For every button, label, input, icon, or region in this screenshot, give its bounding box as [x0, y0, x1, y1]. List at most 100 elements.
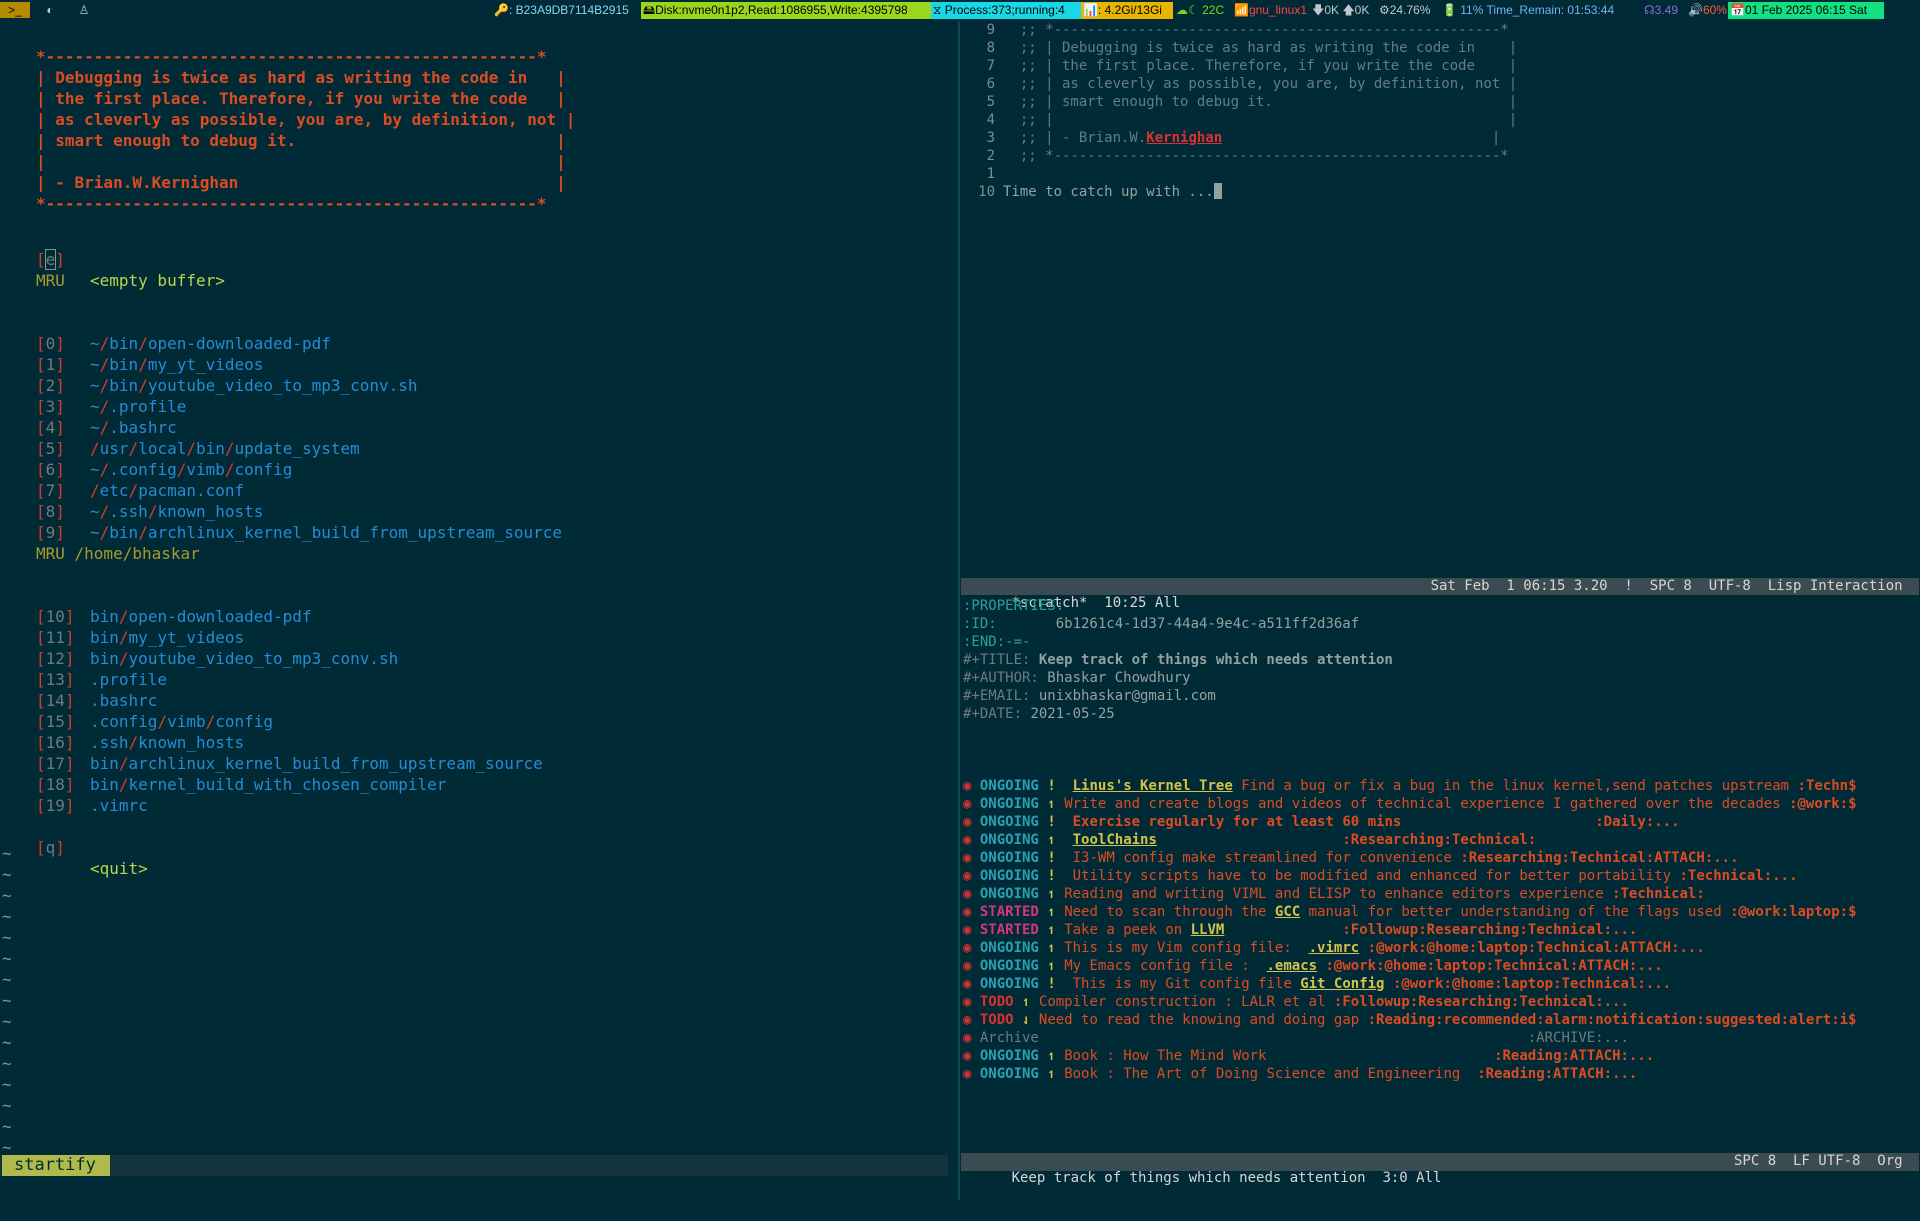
org-heading[interactable]: ◉ ONGOING ! This is my Git config file G…	[963, 975, 1671, 993]
org-heading[interactable]: ◉ Archive :ARCHIVE:...	[963, 1029, 1629, 1047]
org-property-line: :END:-=-	[963, 633, 1030, 651]
org-heading[interactable]: ◉ ONGOING ↿ This is my Vim config file: …	[963, 939, 1705, 957]
mru-entry-key: [10]	[36, 607, 75, 626]
path-separator: /	[224, 460, 235, 479]
emacs-pane[interactable]: 9 ;; *----------------------------------…	[961, 21, 1920, 1200]
mru-entry-key: [5]	[36, 439, 65, 458]
workspace-2-button[interactable]: ◐	[38, 2, 62, 18]
org-heading[interactable]: ◉ ONGOING ↿ Reading and writing VIML and…	[963, 885, 1705, 903]
entry-key-number: 5	[45, 439, 56, 458]
heading-link[interactable]: Git Config	[1300, 976, 1384, 992]
kernighan-link[interactable]: Kernighan	[1146, 130, 1222, 146]
heading-text: Need to scan through the	[1064, 904, 1275, 920]
heading-bullet-icon: ◉	[963, 922, 980, 938]
mode-label: startify	[2, 1155, 110, 1176]
path-separator: /	[90, 439, 100, 458]
empty-buffer-entry[interactable]: [e] <empty buffer>	[0, 228, 225, 290]
mru-entry-path: ~/bin/my_yt_videos	[90, 354, 263, 375]
path-segment: bin	[90, 607, 119, 626]
todo-keyword[interactable]: ONGOING	[980, 778, 1039, 794]
scratch-line-text: ;; *------------------------------------…	[1003, 148, 1509, 164]
org-heading[interactable]: ◉ STARTED ↿ Take a peek on LLVM :Followu…	[963, 921, 1637, 939]
mru-dir-header: MRU /home/bhaskar	[36, 544, 200, 563]
org-heading[interactable]: ◉ ONGOING ↿ My Emacs config file : .emac…	[963, 957, 1663, 975]
org-heading[interactable]: ◉ ONGOING ! Linus's Kernel Tree Find a b…	[963, 777, 1857, 795]
mru-entry-path: bin/archlinux_kernel_build_from_upstream…	[90, 753, 543, 774]
heading-link[interactable]: Linus's Kernel Tree	[1073, 778, 1233, 794]
mru-entry-path: .bashrc	[90, 690, 157, 711]
line-number: 5	[986, 94, 995, 110]
org-heading[interactable]: ◉ ONGOING ↿ Book : How The Mind Work :Re…	[963, 1047, 1654, 1065]
heading-bullet-icon: ◉	[963, 886, 980, 902]
todo-keyword[interactable]: ONGOING	[980, 940, 1039, 956]
empty-line-tilde: ~	[2, 1012, 12, 1031]
entry-key-number: 0	[45, 334, 56, 353]
todo-keyword[interactable]: STARTED	[980, 904, 1039, 920]
window-divider[interactable]	[958, 21, 960, 1200]
heading-tags: :@work:@home:laptop:Technical:ATTACH:...	[1367, 940, 1705, 956]
status-segment: ⧖ Process:373;running:4	[931, 2, 1083, 19]
workspace-1-button[interactable]: >_	[0, 2, 30, 18]
org-heading[interactable]: ◉ ONGOING ! Utility scripts have to be m…	[963, 867, 1798, 885]
mru-entry-key: [18]	[36, 775, 75, 794]
heading-link[interactable]: .vimrc	[1309, 940, 1360, 956]
heading-bullet-icon: ◉	[963, 976, 980, 992]
mru-entry-path: ~/.ssh/known_hosts	[90, 501, 263, 522]
org-heading[interactable]: ◉ ONGOING ↿ Book : The Art of Doing Scie…	[963, 1065, 1637, 1083]
scratch-line-text: Time to catch up with ...	[1003, 184, 1214, 200]
heading-bullet-icon: ◉	[963, 1030, 980, 1046]
priority-icon: ↿	[1047, 1066, 1056, 1082]
scratch-line-text: |	[1222, 130, 1501, 146]
quit-entry[interactable]: [q] <quit>	[0, 816, 148, 878]
todo-keyword[interactable]: ONGOING	[980, 1048, 1039, 1064]
path-segment: bin	[196, 439, 225, 458]
heading-text: Find a bug or fix a bug in the linux ker…	[1232, 778, 1798, 794]
todo-keyword[interactable]: ONGOING	[980, 868, 1039, 884]
todo-keyword[interactable]: ONGOING	[980, 832, 1039, 848]
heading-link[interactable]: LLVM	[1191, 922, 1225, 938]
org-property-value: 2021-05-25	[1030, 706, 1115, 722]
heading-tags: :Techn$	[1797, 778, 1857, 794]
todo-keyword[interactable]: ONGOING	[980, 814, 1039, 830]
workspace-3-button[interactable]: ♙	[72, 2, 96, 18]
archive-heading: Archive	[979, 1030, 1039, 1046]
path-separator: /	[99, 460, 110, 479]
org-heading[interactable]: ◉ TODO ⇃ Need to read the knowing and do…	[963, 1011, 1857, 1029]
path-segment: kernel_build_with_chosen_compiler	[128, 775, 447, 794]
path-segment: bin	[109, 376, 139, 395]
mru-entry-key: [2]	[36, 376, 65, 395]
org-heading[interactable]: ◉ TODO ↿ Compiler construction : LALR et…	[963, 993, 1629, 1011]
todo-keyword[interactable]: ONGOING	[980, 886, 1039, 902]
path-segment: .ssh	[109, 502, 148, 521]
org-heading[interactable]: ◉ ONGOING ! I3-WM config make streamline…	[963, 849, 1739, 867]
mru-entry-path: bin/open-downloaded-pdf	[90, 606, 312, 627]
status-segment: 📊: 4.2Gi/13Gi	[1081, 2, 1173, 19]
todo-keyword[interactable]: ONGOING	[980, 1066, 1039, 1082]
path-segment: my_yt_videos	[147, 355, 264, 374]
todo-keyword[interactable]: ONGOING	[980, 958, 1039, 974]
todo-keyword[interactable]: ONGOING	[980, 850, 1039, 866]
todo-keyword[interactable]: TODO	[980, 1012, 1014, 1028]
todo-keyword[interactable]: ONGOING	[980, 976, 1039, 992]
org-heading[interactable]: ◉ ONGOING ↿ Write and create blogs and v…	[963, 795, 1857, 813]
heading-link[interactable]: ToolChains	[1073, 832, 1157, 848]
todo-keyword[interactable]: STARTED	[980, 922, 1039, 938]
path-segment: .config	[109, 460, 177, 479]
mru-entry-key: [3]	[36, 397, 65, 416]
heading-link[interactable]: GCC	[1275, 904, 1300, 920]
todo-keyword[interactable]: ONGOING	[980, 796, 1039, 812]
heading-text: Reading and writing VIML and ELISP to en…	[1064, 886, 1613, 902]
startify-pane[interactable]: *---------------------------------------…	[0, 21, 958, 1200]
path-separator: /	[205, 712, 216, 731]
heading-text	[1157, 832, 1342, 848]
mru-entry-key: [1]	[36, 355, 65, 374]
path-separator: /	[138, 376, 148, 395]
org-heading[interactable]: ◉ ONGOING ↿ ToolChains :Researching:Tech…	[963, 831, 1536, 849]
org-modeline-right: SPC 8 LF UTF-8 Org	[1733, 1153, 1911, 1169]
todo-keyword[interactable]: TODO	[980, 994, 1014, 1010]
org-heading[interactable]: ◉ STARTED ↿ Need to scan through the GCC…	[963, 903, 1857, 921]
mru-entry-path: ~/.config/vimb/config	[90, 459, 292, 480]
heading-link[interactable]: .emacs	[1266, 958, 1317, 974]
scratch-modeline: *scratch* 10:25 All Sat Feb 1 06:15 3.20…	[961, 578, 1919, 611]
org-heading[interactable]: ◉ ONGOING ! Exercise regularly for at le…	[963, 813, 1680, 831]
